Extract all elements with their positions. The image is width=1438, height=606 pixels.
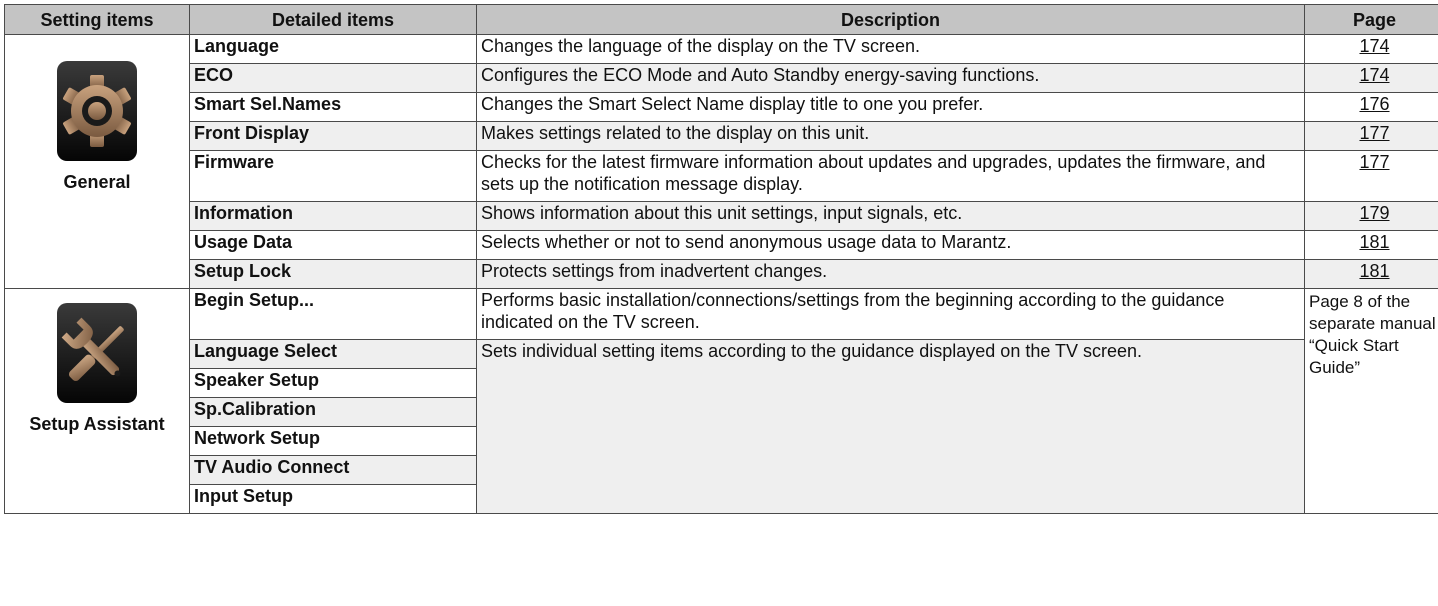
description-cell: Changes the Smart Select Name display ti… (476, 92, 1305, 122)
detail-item: Front Display (189, 121, 477, 151)
table-row: Information Shows information about this… (5, 201, 1438, 231)
description-cell: Makes settings related to the display on… (476, 121, 1305, 151)
page-cell: 177 (1304, 150, 1438, 202)
page-cell: 179 (1304, 201, 1438, 231)
description-cell: Protects settings from inadvertent chang… (476, 259, 1305, 289)
detail-item: ECO (189, 63, 477, 93)
description-cell: Performs basic installation/connections/… (476, 288, 1305, 340)
table-row: Front Display Makes settings related to … (5, 121, 1438, 151)
gear-icon (57, 61, 137, 161)
table-row: Usage Data Selects whether or not to sen… (5, 230, 1438, 260)
header-page: Page (1304, 4, 1438, 35)
detail-item: TV Audio Connect (189, 455, 477, 485)
page-link[interactable]: 174 (1359, 36, 1389, 56)
detail-item: Information (189, 201, 477, 231)
page-link[interactable]: 177 (1359, 152, 1389, 172)
page-link[interactable]: 181 (1359, 261, 1389, 281)
page-cell: 174 (1304, 34, 1438, 64)
detail-item: Firmware (189, 150, 477, 202)
detail-item: Language (189, 34, 477, 64)
table-row: Setup Lock Protects settings from inadve… (5, 259, 1438, 289)
header-description: Description (476, 4, 1305, 35)
detail-item: Network Setup (189, 426, 477, 456)
table-row: Firmware Checks for the latest firmware … (5, 150, 1438, 202)
description-cell: Checks for the latest firmware informati… (476, 150, 1305, 202)
page-link[interactable]: 176 (1359, 94, 1389, 114)
page-cell: 177 (1304, 121, 1438, 151)
description-cell: Sets individual setting items according … (476, 339, 1305, 514)
detail-item: Setup Lock (189, 259, 477, 289)
detail-item: Smart Sel.Names (189, 92, 477, 122)
header-detailed-items: Detailed items (189, 4, 477, 35)
description-cell: Configures the ECO Mode and Auto Standby… (476, 63, 1305, 93)
page-cell: 181 (1304, 259, 1438, 289)
detail-item: Begin Setup... (189, 288, 477, 340)
page-cell: 174 (1304, 63, 1438, 93)
detail-item: Input Setup (189, 484, 477, 514)
table-row: General Language Changes the language of… (4, 34, 1438, 289)
page-link[interactable]: 177 (1359, 123, 1389, 143)
header-setting-items: Setting items (4, 4, 190, 35)
page-cell: 176 (1304, 92, 1438, 122)
wrench-screwdriver-icon (57, 303, 137, 403)
detail-item: Sp.Calibration (189, 397, 477, 427)
setting-setup-assistant: Setup Assistant (4, 288, 190, 514)
description-cell: Selects whether or not to send anonymous… (476, 230, 1305, 260)
detail-item: Language Select (189, 339, 477, 369)
detail-item: Speaker Setup (189, 368, 477, 398)
page-link[interactable]: 181 (1359, 232, 1389, 252)
table-row: Language Select Sets individual setting … (5, 339, 1438, 514)
settings-table: Setting items Detailed items Description… (4, 4, 1438, 514)
page-cell: 181 (1304, 230, 1438, 260)
table-row: ECO Configures the ECO Mode and Auto Sta… (5, 63, 1438, 93)
table-header-row: Setting items Detailed items Description… (4, 4, 1438, 35)
setting-general: General (4, 34, 190, 289)
detail-item: Usage Data (189, 230, 477, 260)
description-cell: Changes the language of the display on t… (476, 34, 1305, 64)
description-cell: Shows information about this unit settin… (476, 201, 1305, 231)
page-note-cell: Page 8 of the separate manual “Quick Sta… (1304, 288, 1438, 514)
page-link[interactable]: 179 (1359, 203, 1389, 223)
table-row: Smart Sel.Names Changes the Smart Select… (5, 92, 1438, 122)
setting-label-general: General (63, 172, 131, 192)
page-link[interactable]: 174 (1359, 65, 1389, 85)
table-row: Setup Assistant Begin Setup... Performs … (4, 288, 1438, 514)
setting-label-setup-assistant: Setup Assistant (29, 414, 165, 434)
